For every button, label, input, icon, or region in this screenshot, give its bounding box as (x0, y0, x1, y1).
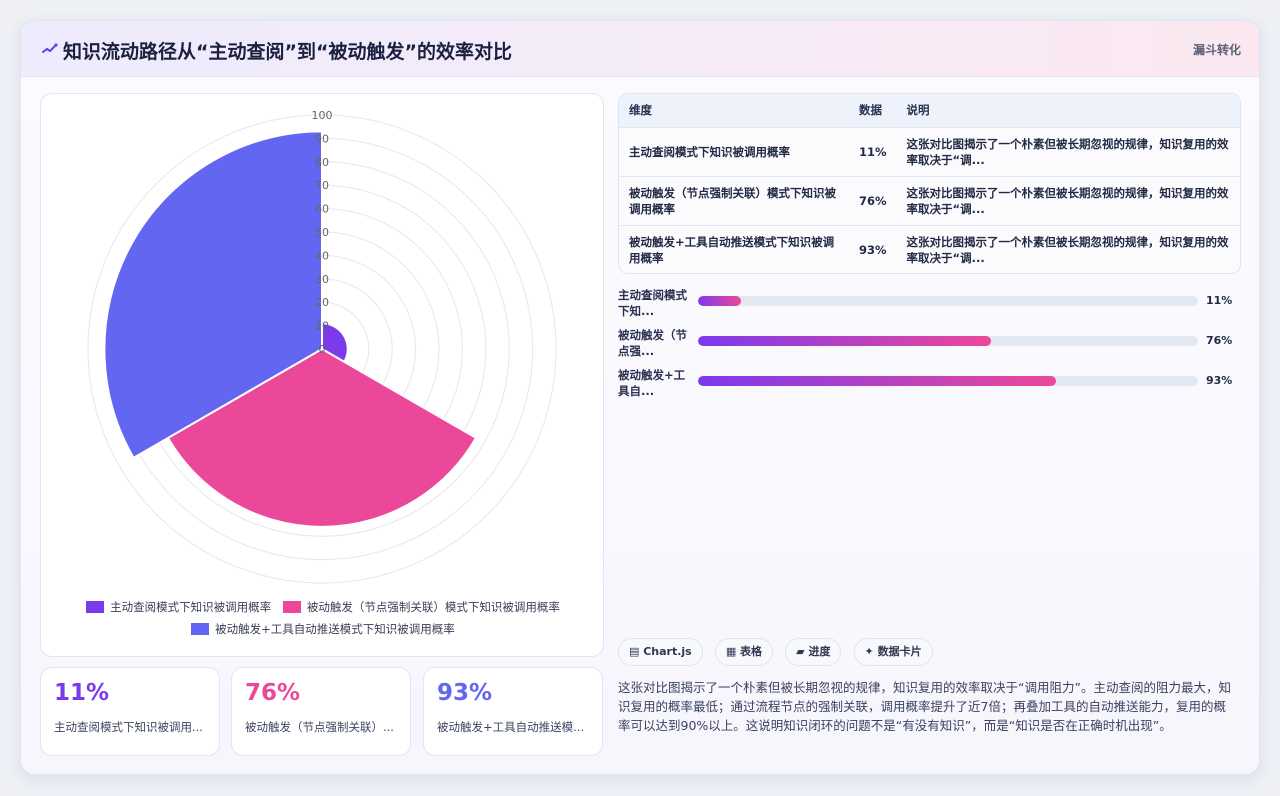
progress-row: 主动查阅模式下知... 11% (618, 287, 1241, 318)
stat-label: 被动触发+工具自动推送模... (437, 720, 585, 734)
r-tick-label: 80 (315, 156, 329, 169)
r-tick-label: 0 (319, 343, 326, 356)
r-tick-label: 60 (315, 203, 329, 216)
legend-swatch (282, 601, 301, 613)
legend-item-push[interactable]: 被动触发+工具自动推送模式下知识被调用概率 (191, 618, 455, 640)
progress-track (698, 376, 1198, 386)
view-toggle-chips: ▤ Chart.js ▦ 表格 ▰ 进度 ✦ 数据卡片 (618, 638, 940, 666)
table-cell-note: 这张对比图揭示了一个朴素但被长期忽视的规律，知识复用的效率取决于“调... (906, 234, 1229, 265)
column-header-note: 说明 (906, 103, 930, 118)
progress-label: 被动触发（节点强... (618, 328, 687, 358)
polar-chart-panel: 0 10 20 30 40 50 60 70 80 90 100 主动查阅模式下知识被调用概率 被动… (40, 93, 604, 657)
progress-value: 93% (1206, 374, 1233, 387)
table-row: 被动触发（节点强制关联）模式下知识被调用概率 76% 这张对比图揭示了一个朴素但… (619, 176, 1240, 225)
stat-label: 主动查阅模式下知识被调用... (54, 720, 203, 734)
table-cell-value: 76% (859, 193, 887, 208)
progress-value: 11% (1206, 294, 1233, 307)
chip-progress[interactable]: ▰ 进度 (785, 638, 842, 666)
progress-value: 76% (1206, 334, 1233, 347)
page-title: 知识流动路径从“主动查阅”到“被动触发”的效率对比 (63, 41, 512, 63)
chip-data-cards[interactable]: ✦ 数据卡片 (853, 638, 933, 666)
stat-value: 76% (245, 680, 301, 706)
chip-table[interactable]: ▦ 表格 (714, 638, 774, 666)
legend-label: 被动触发+工具自动推送模式下知识被调用概率 (215, 622, 455, 636)
r-tick-label: 20 (315, 296, 329, 309)
description-text: 这张对比图揭示了一个朴素但被长期忽视的规律，知识复用的效率取决于“调用阻力”。主… (618, 680, 1231, 733)
progress-fill (698, 296, 741, 306)
table-cell-note: 这张对比图揭示了一个朴素但被长期忽视的规律，知识复用的效率取决于“调... (906, 136, 1229, 167)
header-bar: 知识流动路径从“主动查阅”到“被动触发”的效率对比 漏斗转化 (21, 21, 1259, 77)
table-cell-value: 11% (859, 144, 887, 159)
chart-legend: 主动查阅模式下知识被调用概率 被动触发（节点强制关联）模式下知识被调用概率 被动… (41, 596, 605, 640)
stat-value: 11% (54, 680, 110, 706)
progress-row: 被动触发+工具自... 93% (618, 367, 1241, 398)
stat-value: 93% (437, 680, 493, 706)
r-tick-label: 50 (315, 226, 329, 239)
stat-card: 11% 主动查阅模式下知识被调用... (40, 667, 220, 756)
stat-card: 93% 被动触发+工具自动推送模... (423, 667, 603, 756)
data-table: 维度 数据 说明 主动查阅模式下知识被调用概率 11% 这张对比图揭示了一个朴素… (618, 93, 1241, 274)
table-row: 被动触发+工具自动推送模式下知识被调用概率 93% 这张对比图揭示了一个朴素但被… (619, 225, 1240, 273)
table-cell-value: 93% (859, 242, 887, 257)
legend-label: 被动触发（节点强制关联）模式下知识被调用概率 (306, 600, 560, 614)
r-tick-label: 40 (315, 249, 329, 262)
progress-label: 被动触发+工具自... (618, 368, 686, 398)
legend-swatch (191, 623, 210, 635)
r-tick-label: 70 (315, 179, 329, 192)
polar-area-chart: 0 10 20 30 40 50 60 70 80 90 100 (87, 109, 557, 584)
progress-fill (698, 376, 1056, 386)
r-tick-label: 10 (315, 320, 329, 333)
table-cell-note: 这张对比图揭示了一个朴素但被长期忽视的规律，知识复用的效率取决于“调... (906, 185, 1229, 216)
progress-row: 被动触发（节点强... 76% (618, 327, 1241, 358)
table-cell-dimension: 主动查阅模式下知识被调用概率 (629, 144, 790, 159)
legend-item-forced[interactable]: 被动触发（节点强制关联）模式下知识被调用概率 (282, 596, 560, 618)
table-cell-dimension: 被动触发（节点强制关联）模式下知识被调用概率 (629, 185, 836, 216)
table-header-row: 维度 数据 说明 (619, 94, 1240, 127)
table-cell-dimension: 被动触发+工具自动推送模式下知识被调用概率 (629, 234, 835, 265)
column-header-value: 数据 (859, 103, 882, 118)
legend-item-active[interactable]: 主动查阅模式下知识被调用概率 (86, 596, 271, 618)
progress-fill (698, 336, 991, 346)
legend-swatch (86, 601, 105, 613)
progress-track (698, 336, 1198, 346)
progress-track (698, 296, 1198, 306)
progress-label: 主动查阅模式下知... (618, 288, 687, 318)
r-tick-label: 100 (312, 109, 333, 122)
stat-card: 76% 被动触发（节点强制关联）... (231, 667, 411, 756)
r-tick-label: 30 (315, 273, 329, 286)
stat-label: 被动触发（节点强制关联）... (245, 720, 394, 734)
dashboard-card: 知识流动路径从“主动查阅”到“被动触发”的效率对比 漏斗转化 0 10 20 30 40… (20, 20, 1260, 775)
r-tick-label: 90 (315, 132, 329, 145)
chart-type-tag[interactable]: 漏斗转化 (1193, 41, 1241, 58)
table-row: 主动查阅模式下知识被调用概率 11% 这张对比图揭示了一个朴素但被长期忽视的规律… (619, 127, 1240, 176)
sparkline-icon (42, 43, 58, 53)
chip-chartjs[interactable]: ▤ Chart.js (618, 638, 703, 666)
column-header-dimension: 维度 (629, 103, 652, 118)
legend-label: 主动查阅模式下知识被调用概率 (110, 600, 272, 614)
